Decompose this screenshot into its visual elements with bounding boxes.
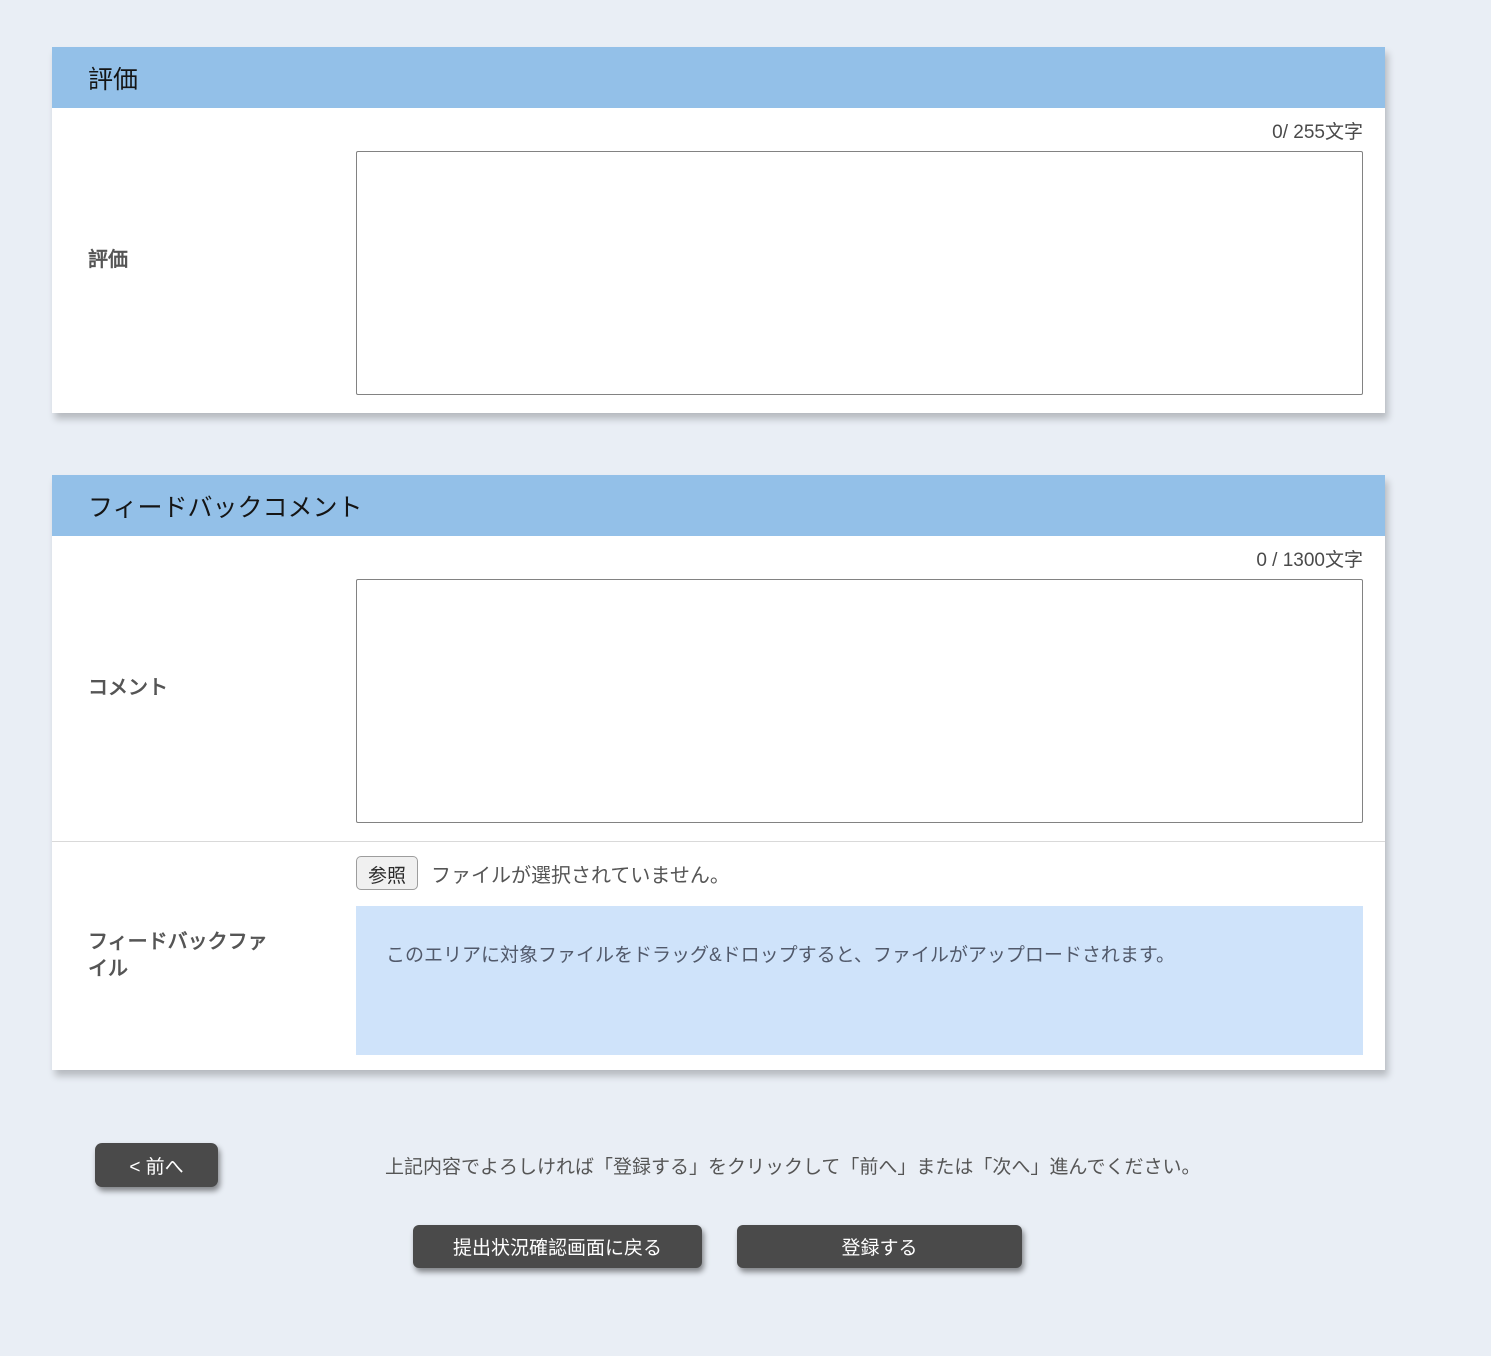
comment-label: コメント (88, 675, 168, 702)
register-button[interactable]: 登録する (737, 1225, 1022, 1268)
file-dropzone[interactable]: このエリアに対象ファイルをドラッグ&ドロップすると、ファイルがアップロードされま… (356, 906, 1363, 1055)
feedback-section: フィードバックコメント コメント 0 / 1300文字 フィードバックファイル … (52, 475, 1385, 1070)
footer-navigation: < 前へ 上記内容でよろしければ「登録する」をクリックして「前へ」または「次へ」… (95, 1143, 1491, 1187)
evaluation-label: 評価 (88, 247, 128, 274)
file-input-line: 参照 ファイルが選択されていません。 (356, 856, 1363, 890)
evaluation-row: 評価 0/ 255文字 (52, 108, 1385, 413)
footer-actions: 提出状況確認画面に戻る 登録する (413, 1225, 1491, 1268)
prev-button[interactable]: < 前へ (95, 1143, 218, 1187)
comment-char-counter: 0 / 1300文字 (356, 549, 1363, 573)
no-file-selected-text: ファイルが選択されていません。 (431, 859, 730, 888)
comment-textarea[interactable] (356, 579, 1363, 823)
feedback-file-row: フィードバックファイル 参照 ファイルが選択されていません。 このエリアに対象フ… (52, 842, 1385, 1070)
evaluation-field-cell: 0/ 255文字 (356, 108, 1385, 413)
feedback-file-label: フィードバックファイル (88, 929, 270, 983)
evaluation-textarea[interactable] (356, 151, 1363, 395)
feedback-section-title: フィードバックコメント (88, 488, 363, 524)
evaluation-char-counter: 0/ 255文字 (356, 121, 1363, 145)
instruction-text: 上記内容でよろしければ「登録する」をクリックして「前へ」または「次へ」進んでくだ… (385, 1152, 1200, 1179)
browse-file-button[interactable]: 参照 (356, 856, 418, 890)
feedback-file-field-cell: 参照 ファイルが選択されていません。 このエリアに対象ファイルをドラッグ&ドロッ… (356, 842, 1385, 1070)
evaluation-label-cell: 評価 (52, 108, 356, 413)
evaluation-section-header: 評価 (52, 47, 1385, 108)
comment-label-cell: コメント (52, 536, 356, 841)
evaluation-section-title: 評価 (88, 60, 138, 96)
feedback-section-header: フィードバックコメント (52, 475, 1385, 536)
evaluation-section: 評価 評価 0/ 255文字 (52, 47, 1385, 413)
comment-field-cell: 0 / 1300文字 (356, 536, 1385, 841)
comment-row: コメント 0 / 1300文字 (52, 536, 1385, 841)
back-to-status-button[interactable]: 提出状況確認画面に戻る (413, 1225, 702, 1268)
feedback-file-label-cell: フィードバックファイル (52, 842, 356, 1070)
file-dropzone-text: このエリアに対象ファイルをドラッグ&ドロップすると、ファイルがアップロードされま… (386, 945, 1175, 966)
